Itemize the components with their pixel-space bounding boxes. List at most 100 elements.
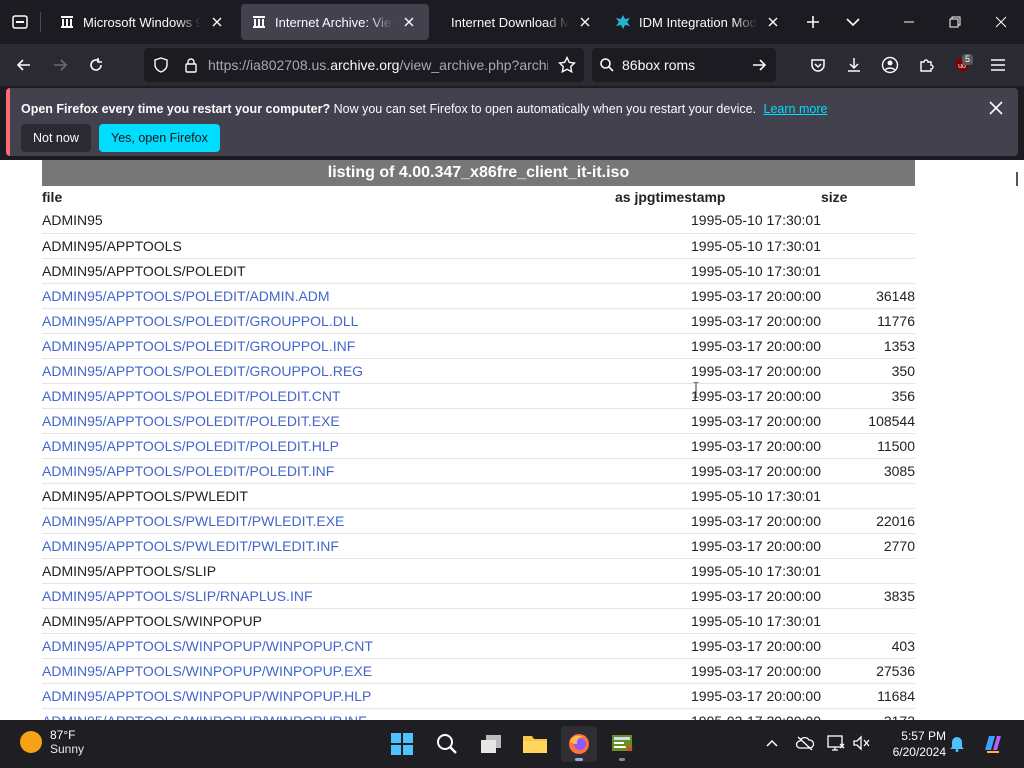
column-header-size: size xyxy=(821,189,848,205)
file-link[interactable]: ADMIN95/APPTOOLS/WINPOPUP/WINPOPUP.EXE xyxy=(42,663,372,679)
notification-bell-icon[interactable] xyxy=(946,732,968,754)
file-link[interactable]: ADMIN95/APPTOOLS/POLEDIT/GROUPPOL.INF xyxy=(42,338,355,354)
extension-badge-count: 5 xyxy=(962,54,974,65)
size-cell xyxy=(821,258,915,284)
sun-icon xyxy=(20,731,42,753)
volume-muted-icon[interactable] xyxy=(851,732,873,754)
toolbar-right: uo 5 xyxy=(800,44,1016,86)
idm-favicon-icon xyxy=(615,14,631,30)
file-explorer-button[interactable] xyxy=(517,726,553,762)
scrollbar-thumb[interactable] xyxy=(1016,172,1018,186)
tracking-protection-shield-icon[interactable] xyxy=(146,57,176,73)
size-cell: 3085 xyxy=(821,458,915,484)
tab-internet-archive[interactable]: Internet Archive: View Arch xyxy=(241,4,429,40)
table-row: ADMIN95/APPTOOLS/WINPOPUP 1995-05-10 17:3… xyxy=(42,608,915,634)
start-button[interactable] xyxy=(384,726,420,762)
taskbar-clock[interactable]: 5:57 PM 6/20/2024 xyxy=(880,728,946,760)
folder-name: ADMIN95/APPTOOLS/SLIP xyxy=(42,562,217,579)
forward-button[interactable] xyxy=(42,47,78,83)
tab-close-icon[interactable] xyxy=(763,12,783,32)
file-link[interactable]: ADMIN95/APPTOOLS/WINPOPUP/WINPOPUP.INF xyxy=(42,713,367,721)
search-bar[interactable]: 86box roms xyxy=(592,48,776,82)
account-button[interactable] xyxy=(872,47,908,83)
notification-close-icon[interactable] xyxy=(986,98,1006,118)
copilot-icon[interactable] xyxy=(980,732,1006,754)
downloads-button[interactable] xyxy=(836,47,872,83)
firefox-taskbar-button[interactable] xyxy=(561,726,597,762)
url-text[interactable]: https://ia802708.us.archive.org/view_arc… xyxy=(208,57,548,73)
size-cell: 1353 xyxy=(821,333,915,359)
file-link[interactable]: ADMIN95/APPTOOLS/POLEDIT/POLEDIT.CNT xyxy=(42,388,340,404)
minimize-button[interactable] xyxy=(886,0,932,44)
file-link[interactable]: ADMIN95/APPTOOLS/POLEDIT/POLEDIT.INF xyxy=(42,463,334,479)
hamburger-menu-icon xyxy=(991,59,1005,71)
tab-windows95[interactable]: Microsoft Windows 95 (M xyxy=(49,4,237,40)
file-link[interactable]: ADMIN95/APPTOOLS/WINPOPUP/WINPOPUP.HLP xyxy=(42,688,371,704)
firefox-view-button[interactable] xyxy=(0,0,40,44)
timestamp-cell: 1995-03-17 20:00:00 xyxy=(615,358,821,384)
tab-idm[interactable]: Internet Download Manag xyxy=(441,4,605,40)
list-all-tabs-button[interactable] xyxy=(833,0,873,44)
file-link[interactable]: ADMIN95/APPTOOLS/POLEDIT/GROUPPOL.DLL xyxy=(42,313,358,329)
search-input[interactable]: 86box roms xyxy=(622,57,742,73)
learn-more-link[interactable]: Learn more xyxy=(764,102,828,116)
tab-strip: Microsoft Windows 95 (M Internet Archive… xyxy=(0,0,1024,44)
weather-temperature: 87°F xyxy=(50,728,76,742)
navigation-bar: https://ia802708.us.archive.org/view_arc… xyxy=(0,44,1024,86)
file-link[interactable]: ADMIN95/APPTOOLS/WINPOPUP/WINPOPUP.CNT xyxy=(42,638,373,654)
ublock-button[interactable]: uo 5 xyxy=(944,47,980,83)
restore-button[interactable] xyxy=(932,0,978,44)
file-link[interactable]: ADMIN95/APPTOOLS/PWLEDIT/PWLEDIT.EXE xyxy=(42,513,344,529)
close-window-button[interactable] xyxy=(978,0,1024,44)
bookmark-star-icon[interactable] xyxy=(552,56,582,74)
tab-title: IDM Integration Module xyxy=(639,14,757,30)
table-row: ADMIN95/APPTOOLS/POLEDIT/ADMIN.ADM 1995-0… xyxy=(42,283,915,309)
pocket-button[interactable] xyxy=(800,47,836,83)
show-hidden-icons-button[interactable] xyxy=(761,732,783,754)
table-header-row: file as jpgtimestamp size xyxy=(42,186,915,208)
file-link[interactable]: ADMIN95/APPTOOLS/POLEDIT/GROUPPOL.REG xyxy=(42,363,363,379)
file-link[interactable]: ADMIN95/APPTOOLS/SLIP/RNAPLUS.INF xyxy=(42,588,313,604)
network-icon[interactable] xyxy=(825,732,847,754)
table-row: ADMIN95/APPTOOLS/POLEDIT 1995-05-10 17:30… xyxy=(42,258,915,284)
app-menu-button[interactable] xyxy=(980,47,1016,83)
extensions-button[interactable] xyxy=(908,47,944,83)
page-content: listing of 4.00.347_x86fre_client_it-it.… xyxy=(0,160,1024,720)
column-header-file: file xyxy=(42,189,63,205)
file-link[interactable]: ADMIN95/APPTOOLS/PWLEDIT/PWLEDIT.INF xyxy=(42,538,339,554)
url-bar[interactable]: https://ia802708.us.archive.org/view_arc… xyxy=(144,48,584,82)
active-app-indicator xyxy=(575,758,583,761)
file-link[interactable]: ADMIN95/APPTOOLS/POLEDIT/POLEDIT.EXE xyxy=(42,413,340,429)
file-cell: ADMIN95/APPTOOLS xyxy=(42,233,615,259)
taskbar-search-button[interactable] xyxy=(429,726,465,762)
timestamp-cell: 1995-03-17 20:00:00 xyxy=(615,283,821,309)
timestamp-cell: 1995-05-10 17:30:01 xyxy=(615,483,821,509)
not-now-button[interactable]: Not now xyxy=(21,124,91,152)
file-cell: ADMIN95/APPTOOLS/POLEDIT/GROUPPOL.DLL xyxy=(42,308,615,334)
folder-name: ADMIN95/APPTOOLS/POLEDIT xyxy=(42,262,246,279)
idm-taskbar-button[interactable] xyxy=(604,726,640,762)
cloud-sync-icon[interactable] xyxy=(794,732,816,754)
arrow-left-icon xyxy=(16,59,30,71)
lock-icon[interactable] xyxy=(176,57,206,73)
weather-widget[interactable]: 87°F Sunny xyxy=(20,728,84,756)
file-cell: ADMIN95/APPTOOLS/POLEDIT/POLEDIT.HLP xyxy=(42,433,615,459)
vertical-scrollbar[interactable] xyxy=(1012,160,1024,720)
size-cell xyxy=(821,483,915,509)
task-view-button[interactable] xyxy=(473,726,509,762)
tab-idm-integration[interactable]: IDM Integration Module xyxy=(605,4,793,40)
tab-close-icon[interactable] xyxy=(575,12,595,32)
search-go-arrow-icon[interactable] xyxy=(742,57,776,73)
timestamp-cell: 1995-03-17 20:00:00 xyxy=(615,633,821,659)
tab-close-icon[interactable] xyxy=(399,12,419,32)
back-button[interactable] xyxy=(6,47,42,83)
reload-button[interactable] xyxy=(78,47,114,83)
file-link[interactable]: ADMIN95/APPTOOLS/POLEDIT/ADMIN.ADM xyxy=(42,288,330,304)
folder-name: ADMIN95/APPTOOLS xyxy=(42,237,182,254)
size-cell: 403 xyxy=(821,633,915,659)
yes-open-firefox-button[interactable]: Yes, open Firefox xyxy=(99,124,220,152)
file-link[interactable]: ADMIN95/APPTOOLS/POLEDIT/POLEDIT.HLP xyxy=(42,438,339,454)
timestamp-cell: 1995-05-10 17:30:01 xyxy=(615,558,821,584)
tab-close-icon[interactable] xyxy=(207,12,227,32)
new-tab-button[interactable] xyxy=(793,0,833,44)
